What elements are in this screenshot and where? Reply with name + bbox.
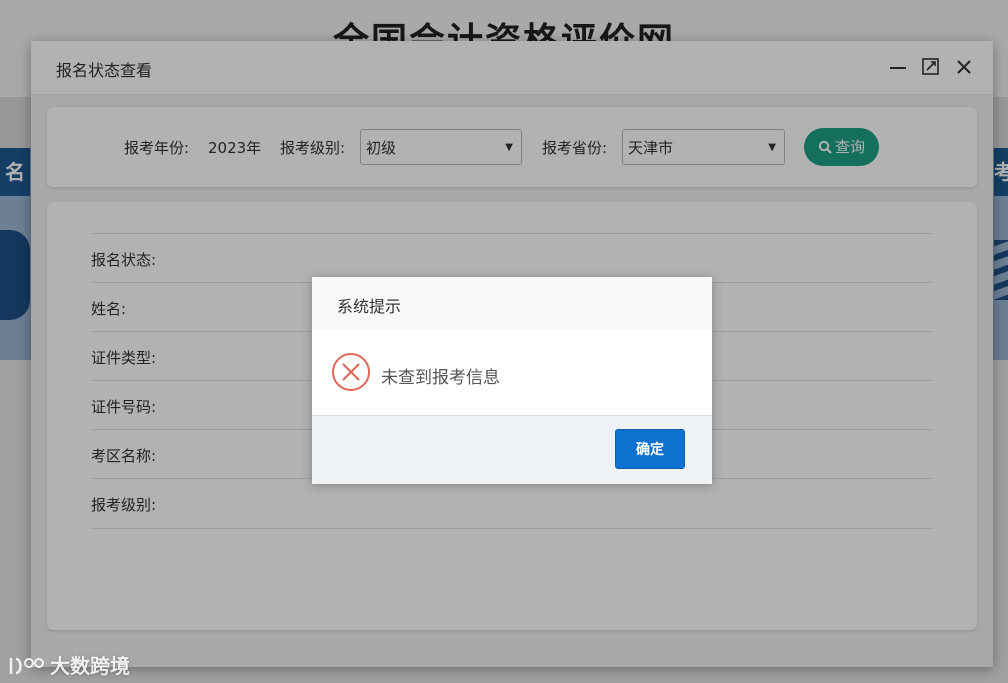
dialog-title: 系统提示 [337, 297, 402, 316]
watermark-logo-icon [9, 657, 44, 675]
dialog-message: 未查到报考信息 [381, 368, 500, 388]
watermark: 大数跨境 [8, 650, 130, 679]
dialog-footer: 确定 [312, 415, 712, 484]
error-circle-icon [332, 353, 370, 391]
ok-button[interactable]: 确定 [615, 429, 685, 469]
dialog-header: 系统提示 [312, 277, 712, 330]
system-prompt-dialog: 系统提示 未查到报考信息 确定 [312, 277, 712, 484]
dialog-body: 未查到报考信息 [312, 330, 712, 415]
watermark-text: 大数跨境 [50, 654, 130, 678]
